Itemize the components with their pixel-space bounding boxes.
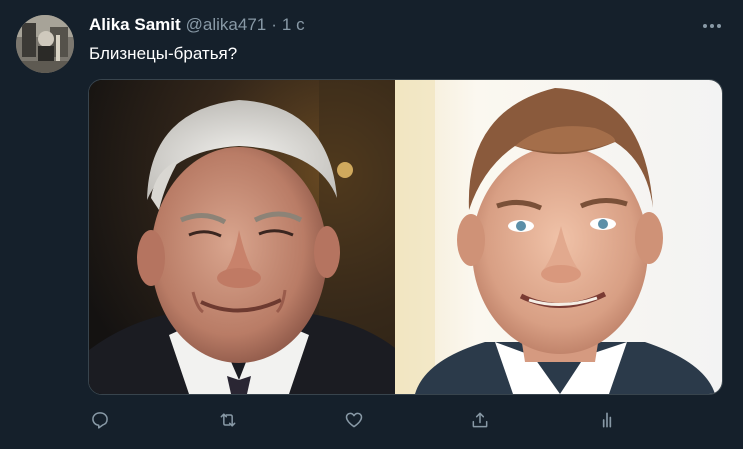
separator: ·: [271, 15, 277, 34]
photo-older-man-portrait: [89, 80, 395, 394]
photo-left[interactable]: [89, 80, 395, 394]
reply-icon: [92, 412, 108, 429]
retweet-button[interactable]: [213, 405, 243, 435]
tweet[interactable]: Alika Samit @alika471 · 1 с Близнецы-бра…: [0, 0, 743, 449]
more-button[interactable]: [697, 13, 727, 39]
heart-icon: [345, 412, 363, 428]
share-button[interactable]: [465, 405, 495, 435]
tweet-text: Близнецы-братья?: [89, 44, 238, 63]
tweet-header: Alika Samit @alika471 · 1 с: [89, 15, 305, 37]
author-display-name[interactable]: Alika Samit: [89, 15, 181, 35]
tweet-actions: [0, 405, 743, 435]
photo-younger-man-portrait: [395, 80, 722, 394]
more-horizontal-icon: [703, 24, 721, 28]
avatar[interactable]: [16, 15, 74, 73]
timestamp[interactable]: 1 с: [282, 15, 305, 35]
author-handle[interactable]: @alika471: [186, 15, 267, 35]
retweet-icon: [220, 413, 236, 427]
photo-right[interactable]: [395, 80, 722, 394]
analytics-button[interactable]: [592, 405, 622, 435]
like-button[interactable]: [339, 405, 369, 435]
reply-button[interactable]: [85, 405, 115, 435]
analytics-icon: [602, 412, 612, 428]
share-icon: [472, 412, 488, 428]
avatar-image: [16, 15, 74, 73]
tweet-media[interactable]: [88, 79, 723, 395]
